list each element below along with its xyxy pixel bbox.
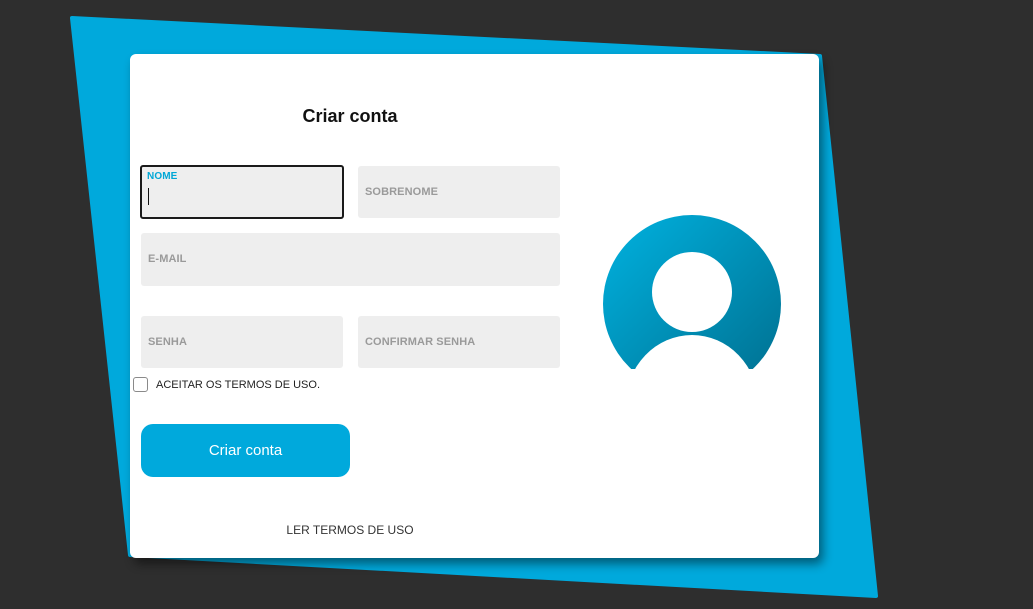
page-title: Criar conta <box>302 106 398 126</box>
create-account-button[interactable]: Criar conta <box>141 424 350 477</box>
terms-checkbox[interactable] <box>133 377 148 392</box>
user-avatar-icon <box>603 215 781 369</box>
confirm-password-label: CONFIRMAR SENHA <box>365 336 476 348</box>
read-terms-link[interactable]: LER TERMOS DE USO <box>130 523 570 537</box>
first-name-label: NOME <box>147 171 178 182</box>
last-name-label: SOBRENOME <box>365 186 439 198</box>
confirm-password-field[interactable]: CONFIRMAR SENHA <box>358 316 560 368</box>
last-name-field[interactable]: SOBRENOME <box>358 166 560 218</box>
password-field[interactable]: SENHA <box>141 316 343 368</box>
signup-card: Criar conta NOME SOBRENOME E-MAIL SENHA … <box>130 54 819 558</box>
email-label: E-MAIL <box>148 253 187 265</box>
password-label: SENHA <box>148 336 188 348</box>
email-field[interactable]: E-MAIL <box>141 233 560 286</box>
first-name-field[interactable]: NOME <box>140 165 344 219</box>
terms-checkbox-label[interactable]: ACEITAR OS TERMOS DE USO. <box>156 379 320 391</box>
text-caret <box>148 188 149 205</box>
